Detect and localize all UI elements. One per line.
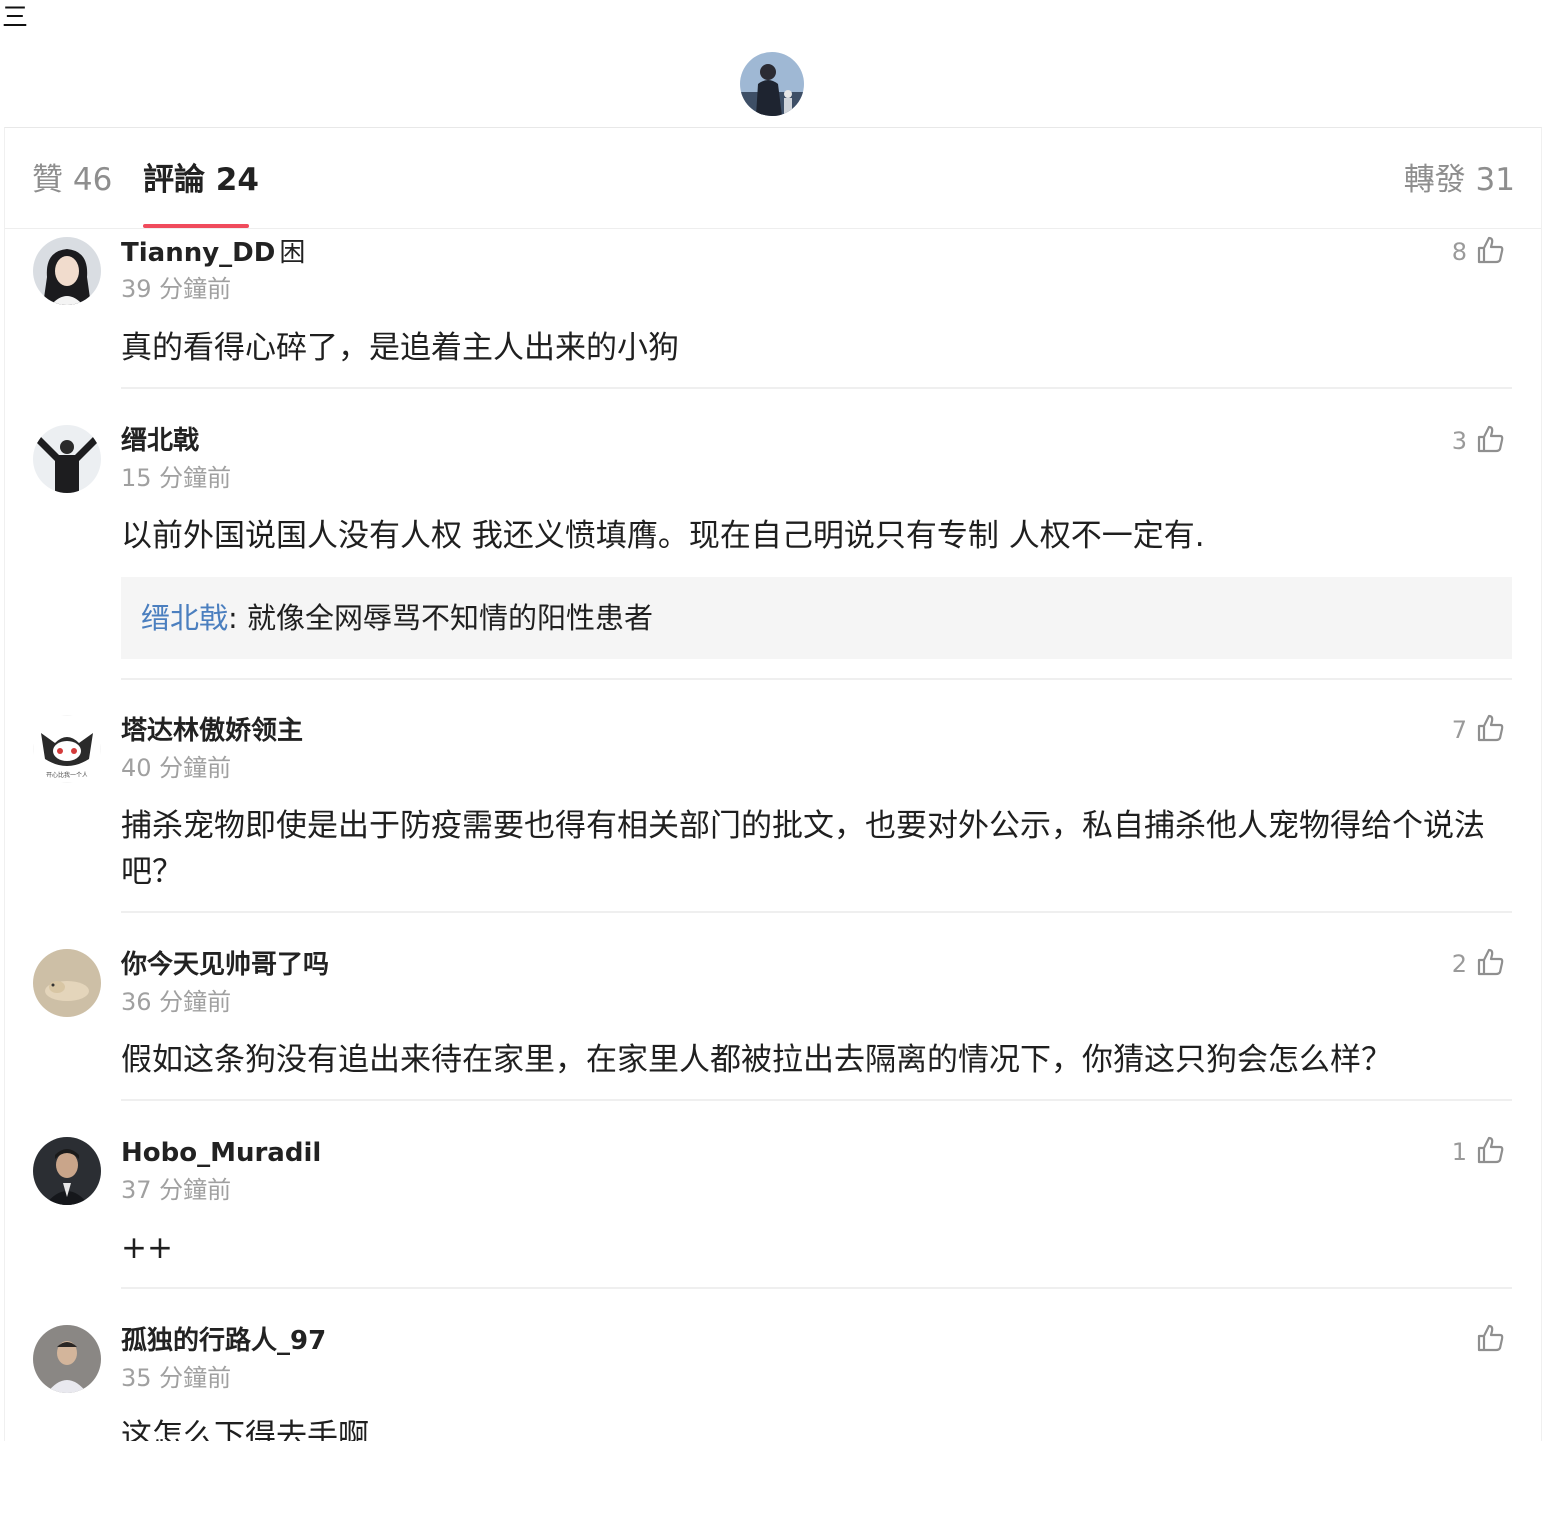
reply-line: 缙北戟: 就像全网辱骂不知情的阳性患者 bbox=[141, 598, 653, 638]
like-button[interactable]: 7 bbox=[1452, 713, 1505, 747]
like-button[interactable] bbox=[1467, 1323, 1505, 1357]
like-button[interactable]: 8 bbox=[1452, 235, 1505, 269]
thumbs-up-icon bbox=[1475, 235, 1505, 269]
user-badge: 困 bbox=[279, 238, 306, 268]
divider bbox=[121, 911, 1512, 913]
comment-username[interactable]: 孤独的行路人_97 bbox=[121, 1325, 326, 1357]
divider bbox=[121, 1099, 1512, 1101]
comment-username[interactable]: Hobo_Muradil bbox=[121, 1137, 321, 1169]
comment-text: 这怎么下得去手啊 bbox=[121, 1418, 369, 1441]
thumbs-up-icon bbox=[1475, 713, 1505, 747]
thumbs-up-icon bbox=[1475, 947, 1505, 981]
active-tab-indicator bbox=[143, 224, 249, 228]
divider bbox=[121, 1287, 1512, 1289]
like-count: 2 bbox=[1451, 950, 1467, 978]
avatar[interactable] bbox=[33, 237, 101, 305]
avatar-caption: 开心比我一个人 bbox=[46, 771, 88, 779]
tab-reposts[interactable]: 轉發 31 bbox=[1404, 160, 1515, 200]
avatar[interactable]: 开心比我一个人 bbox=[33, 715, 101, 783]
tab-comments[interactable]: 評論 24 bbox=[143, 160, 259, 200]
avatar[interactable] bbox=[33, 1137, 101, 1205]
comment-text: 捕杀宠物即使是出于防疫需要也得有相关部门的批文，也要对外公示，私自捕杀他人宠物得… bbox=[121, 808, 1485, 890]
thumbs-up-icon bbox=[1475, 424, 1505, 458]
tab-likes[interactable]: 贊 46 bbox=[32, 160, 112, 200]
like-button[interactable]: 1 bbox=[1452, 1135, 1505, 1169]
comment-text: ++ bbox=[121, 1230, 173, 1266]
avatar[interactable] bbox=[33, 425, 101, 493]
like-count: 3 bbox=[1451, 427, 1467, 455]
comment-username[interactable]: 缙北戟 bbox=[121, 425, 199, 457]
username-text[interactable]: Tianny_DD bbox=[121, 238, 275, 268]
reply-box[interactable]: 缙北戟: 就像全网辱骂不知情的阳性患者 bbox=[121, 577, 1512, 659]
comment-time: 40 分鐘前 bbox=[121, 754, 232, 782]
comment-text: 真的看得心碎了，是追着主人出来的小狗 bbox=[121, 330, 679, 366]
comment-time: 15 分鐘前 bbox=[121, 464, 232, 492]
like-count: 8 bbox=[1451, 238, 1467, 266]
menu-icon[interactable]: 三 bbox=[2, 4, 28, 32]
like-button[interactable]: 2 bbox=[1452, 947, 1505, 981]
divider bbox=[121, 678, 1512, 680]
profile-avatar[interactable] bbox=[740, 52, 804, 116]
comment-time: 37 分鐘前 bbox=[121, 1176, 232, 1204]
divider bbox=[121, 387, 1512, 389]
tab-bar: 贊 46 評論 24 轉發 31 bbox=[5, 128, 1541, 229]
comment-username[interactable]: Tianny_DD 困 bbox=[121, 237, 305, 269]
avatar[interactable] bbox=[33, 1325, 101, 1393]
like-count: 7 bbox=[1451, 716, 1467, 744]
comment-text: 假如这条狗没有追出来待在家里，在家里人都被拉出去隔离的情况下，你猜这只狗会怎么样… bbox=[121, 1042, 1392, 1078]
thumbs-up-icon bbox=[1475, 1323, 1505, 1357]
like-button[interactable]: 3 bbox=[1452, 424, 1505, 458]
reply-username[interactable]: 缙北戟 bbox=[141, 601, 228, 635]
comments-panel: 贊 46 評論 24 轉發 31 Tianny_DD 困 39 分鐘前 8 真的看… bbox=[4, 127, 1542, 1441]
reply-text: 就像全网辱骂不知情的阳性患者 bbox=[247, 601, 654, 635]
comment-time: 35 分鐘前 bbox=[121, 1364, 232, 1392]
comment-time: 39 分鐘前 bbox=[121, 275, 232, 303]
reply-separator: : bbox=[228, 601, 248, 635]
comment-username[interactable]: 你今天见帅哥了吗 bbox=[121, 949, 329, 981]
avatar[interactable] bbox=[33, 949, 101, 1017]
comment-time: 36 分鐘前 bbox=[121, 988, 232, 1016]
comment-text: 以前外国说国人没有人权 我还义愤填膺。现在自己明说只有专制 人权不一定有. bbox=[121, 518, 1205, 554]
thumbs-up-icon bbox=[1475, 1135, 1505, 1169]
comment-username[interactable]: 塔达林傲娇领主 bbox=[121, 715, 303, 747]
like-count: 1 bbox=[1451, 1138, 1467, 1166]
